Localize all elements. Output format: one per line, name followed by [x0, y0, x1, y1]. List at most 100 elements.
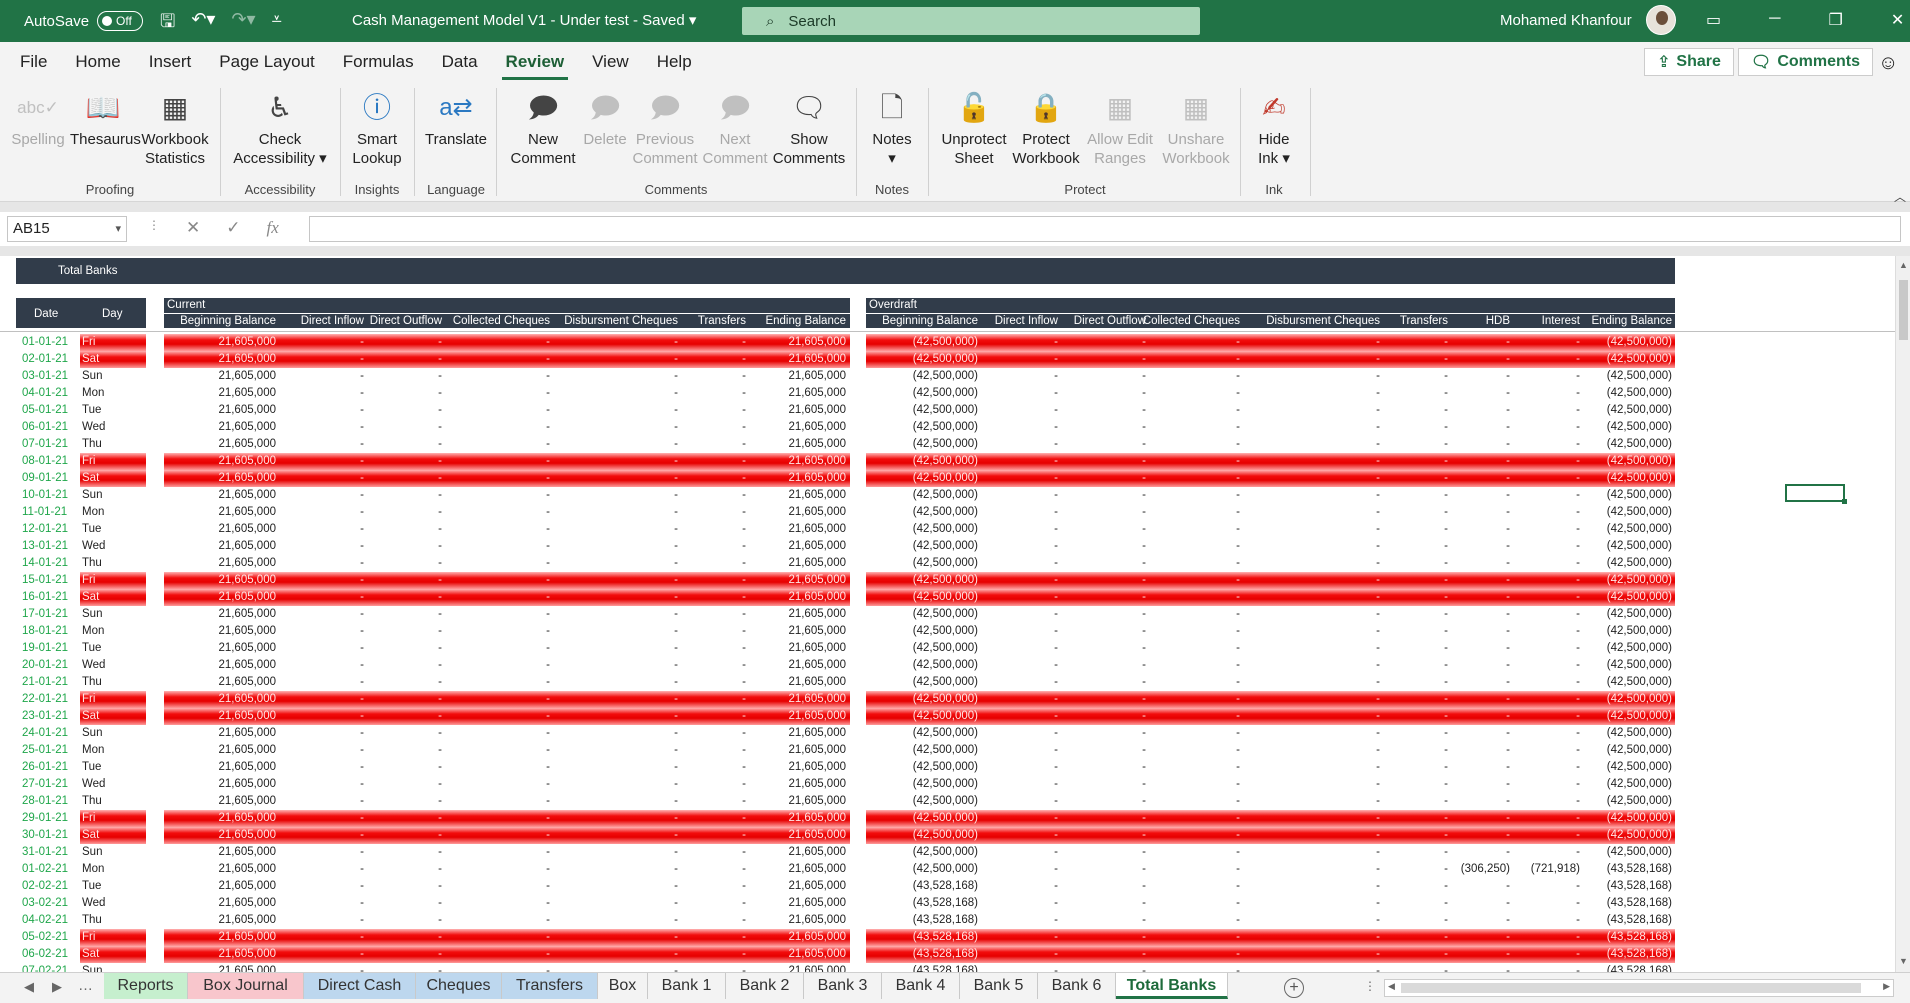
overdraft-cell[interactable]: -: [1142, 946, 1146, 963]
current-cell[interactable]: 21,605,000: [218, 368, 276, 385]
current-cell[interactable]: -: [360, 827, 364, 844]
current-cell[interactable]: 21,605,000: [788, 419, 846, 436]
overdraft-cell[interactable]: -: [1506, 572, 1510, 589]
current-cell[interactable]: -: [674, 861, 678, 878]
sheet-tab-bank-1[interactable]: Bank 1: [648, 973, 726, 999]
overdraft-cell[interactable]: -: [1236, 895, 1240, 912]
overdraft-cell[interactable]: (42,500,000): [913, 623, 978, 640]
overdraft-cell[interactable]: -: [1142, 555, 1146, 572]
overdraft-cell[interactable]: -: [1054, 521, 1058, 538]
workbook-title[interactable]: Cash Management Model V1 - Under test - …: [352, 11, 696, 29]
overdraft-cell[interactable]: -: [1576, 657, 1580, 674]
overdraft-cell[interactable]: (42,500,000): [913, 487, 978, 504]
day-cell[interactable]: Sat: [80, 351, 146, 368]
overdraft-cell[interactable]: -: [1444, 742, 1448, 759]
current-cell[interactable]: -: [742, 844, 746, 861]
overdraft-cell[interactable]: (43,528,168): [913, 878, 978, 895]
day-cell[interactable]: Tue: [80, 878, 146, 895]
next-sheet-icon[interactable]: ▶: [52, 979, 62, 995]
overdraft-cell[interactable]: (42,500,000): [913, 521, 978, 538]
scroll-left-icon[interactable]: ◀: [1388, 981, 1395, 992]
day-cell[interactable]: Wed: [80, 895, 146, 912]
current-cell[interactable]: 21,605,000: [218, 725, 276, 742]
current-cell[interactable]: -: [360, 759, 364, 776]
overdraft-cell[interactable]: -: [1054, 929, 1058, 946]
overdraft-cell[interactable]: -: [1236, 555, 1240, 572]
overdraft-cell[interactable]: -: [1142, 623, 1146, 640]
current-cell[interactable]: -: [438, 470, 442, 487]
current-cell[interactable]: -: [742, 674, 746, 691]
current-cell[interactable]: -: [742, 419, 746, 436]
overdraft-cell[interactable]: -: [1444, 844, 1448, 861]
overdraft-cell[interactable]: -: [1376, 402, 1380, 419]
overdraft-cell[interactable]: -: [1506, 487, 1510, 504]
customize-qat-icon[interactable]: ⩡: [272, 9, 282, 39]
current-cell[interactable]: -: [438, 419, 442, 436]
current-cell[interactable]: 21,605,000: [218, 861, 276, 878]
overdraft-cell[interactable]: -: [1142, 351, 1146, 368]
overdraft-cell[interactable]: (42,500,000): [1607, 691, 1672, 708]
spelling-button[interactable]: abc✓ Spelling: [10, 88, 66, 149]
sheet-tab-bank-3[interactable]: Bank 3: [804, 973, 882, 999]
overdraft-cell[interactable]: -: [1506, 470, 1510, 487]
overdraft-cell[interactable]: -: [1444, 759, 1448, 776]
overdraft-cell[interactable]: -: [1142, 963, 1146, 972]
current-cell[interactable]: -: [546, 708, 550, 725]
overdraft-cell[interactable]: -: [1236, 368, 1240, 385]
overdraft-cell[interactable]: (42,500,000): [1607, 759, 1672, 776]
overdraft-cell[interactable]: -: [1376, 776, 1380, 793]
current-cell[interactable]: 21,605,000: [788, 487, 846, 504]
sheet-tab-cheques[interactable]: Cheques: [416, 973, 502, 999]
current-cell[interactable]: -: [546, 504, 550, 521]
overdraft-cell[interactable]: -: [1376, 334, 1380, 351]
overdraft-cell[interactable]: -: [1506, 402, 1510, 419]
current-cell[interactable]: 21,605,000: [218, 793, 276, 810]
current-cell[interactable]: -: [674, 912, 678, 929]
overdraft-cell[interactable]: -: [1444, 538, 1448, 555]
overdraft-cell[interactable]: -: [1236, 657, 1240, 674]
current-cell[interactable]: -: [360, 793, 364, 810]
date-cell[interactable]: 30-01-21: [22, 827, 68, 844]
current-cell[interactable]: -: [674, 946, 678, 963]
day-cell[interactable]: Sat: [80, 589, 146, 606]
overdraft-cell[interactable]: -: [1576, 504, 1580, 521]
horizontal-scrollbar[interactable]: ◀ ▶: [1384, 979, 1894, 997]
current-cell[interactable]: -: [742, 589, 746, 606]
current-cell[interactable]: 21,605,000: [218, 878, 276, 895]
current-cell[interactable]: -: [674, 657, 678, 674]
current-cell[interactable]: -: [438, 674, 442, 691]
overdraft-cell[interactable]: -: [1576, 963, 1580, 972]
scroll-right-icon[interactable]: ▶: [1883, 981, 1890, 992]
current-cell[interactable]: 21,605,000: [218, 946, 276, 963]
current-cell[interactable]: 21,605,000: [788, 912, 846, 929]
prev-sheet-icon[interactable]: ◀: [24, 979, 34, 995]
current-cell[interactable]: -: [360, 385, 364, 402]
day-cell[interactable]: Tue: [80, 521, 146, 538]
current-cell[interactable]: -: [742, 385, 746, 402]
current-cell[interactable]: -: [742, 895, 746, 912]
date-cell[interactable]: 13-01-21: [22, 538, 68, 555]
current-cell[interactable]: -: [546, 453, 550, 470]
current-cell[interactable]: -: [438, 487, 442, 504]
overdraft-cell[interactable]: (42,500,000): [913, 827, 978, 844]
overdraft-cell[interactable]: -: [1444, 827, 1448, 844]
enter-icon[interactable]: ✓: [226, 218, 240, 238]
day-cell[interactable]: Wed: [80, 657, 146, 674]
overdraft-cell[interactable]: -: [1142, 385, 1146, 402]
hide-ink-button[interactable]: ✍ Hide Ink ▾: [1248, 88, 1300, 168]
date-cell[interactable]: 08-01-21: [22, 453, 68, 470]
day-cell[interactable]: Sat: [80, 708, 146, 725]
current-cell[interactable]: -: [546, 606, 550, 623]
current-cell[interactable]: -: [742, 504, 746, 521]
overdraft-cell[interactable]: -: [1506, 453, 1510, 470]
date-cell[interactable]: 24-01-21: [22, 725, 68, 742]
tab-data[interactable]: Data: [428, 42, 492, 82]
current-cell[interactable]: 21,605,000: [788, 844, 846, 861]
overdraft-cell[interactable]: -: [1576, 810, 1580, 827]
current-cell[interactable]: 21,605,000: [218, 436, 276, 453]
overdraft-cell[interactable]: -: [1054, 368, 1058, 385]
overdraft-cell[interactable]: (42,500,000): [913, 691, 978, 708]
overdraft-cell[interactable]: (43,528,168): [1607, 878, 1672, 895]
current-cell[interactable]: 21,605,000: [788, 674, 846, 691]
current-cell[interactable]: -: [674, 504, 678, 521]
